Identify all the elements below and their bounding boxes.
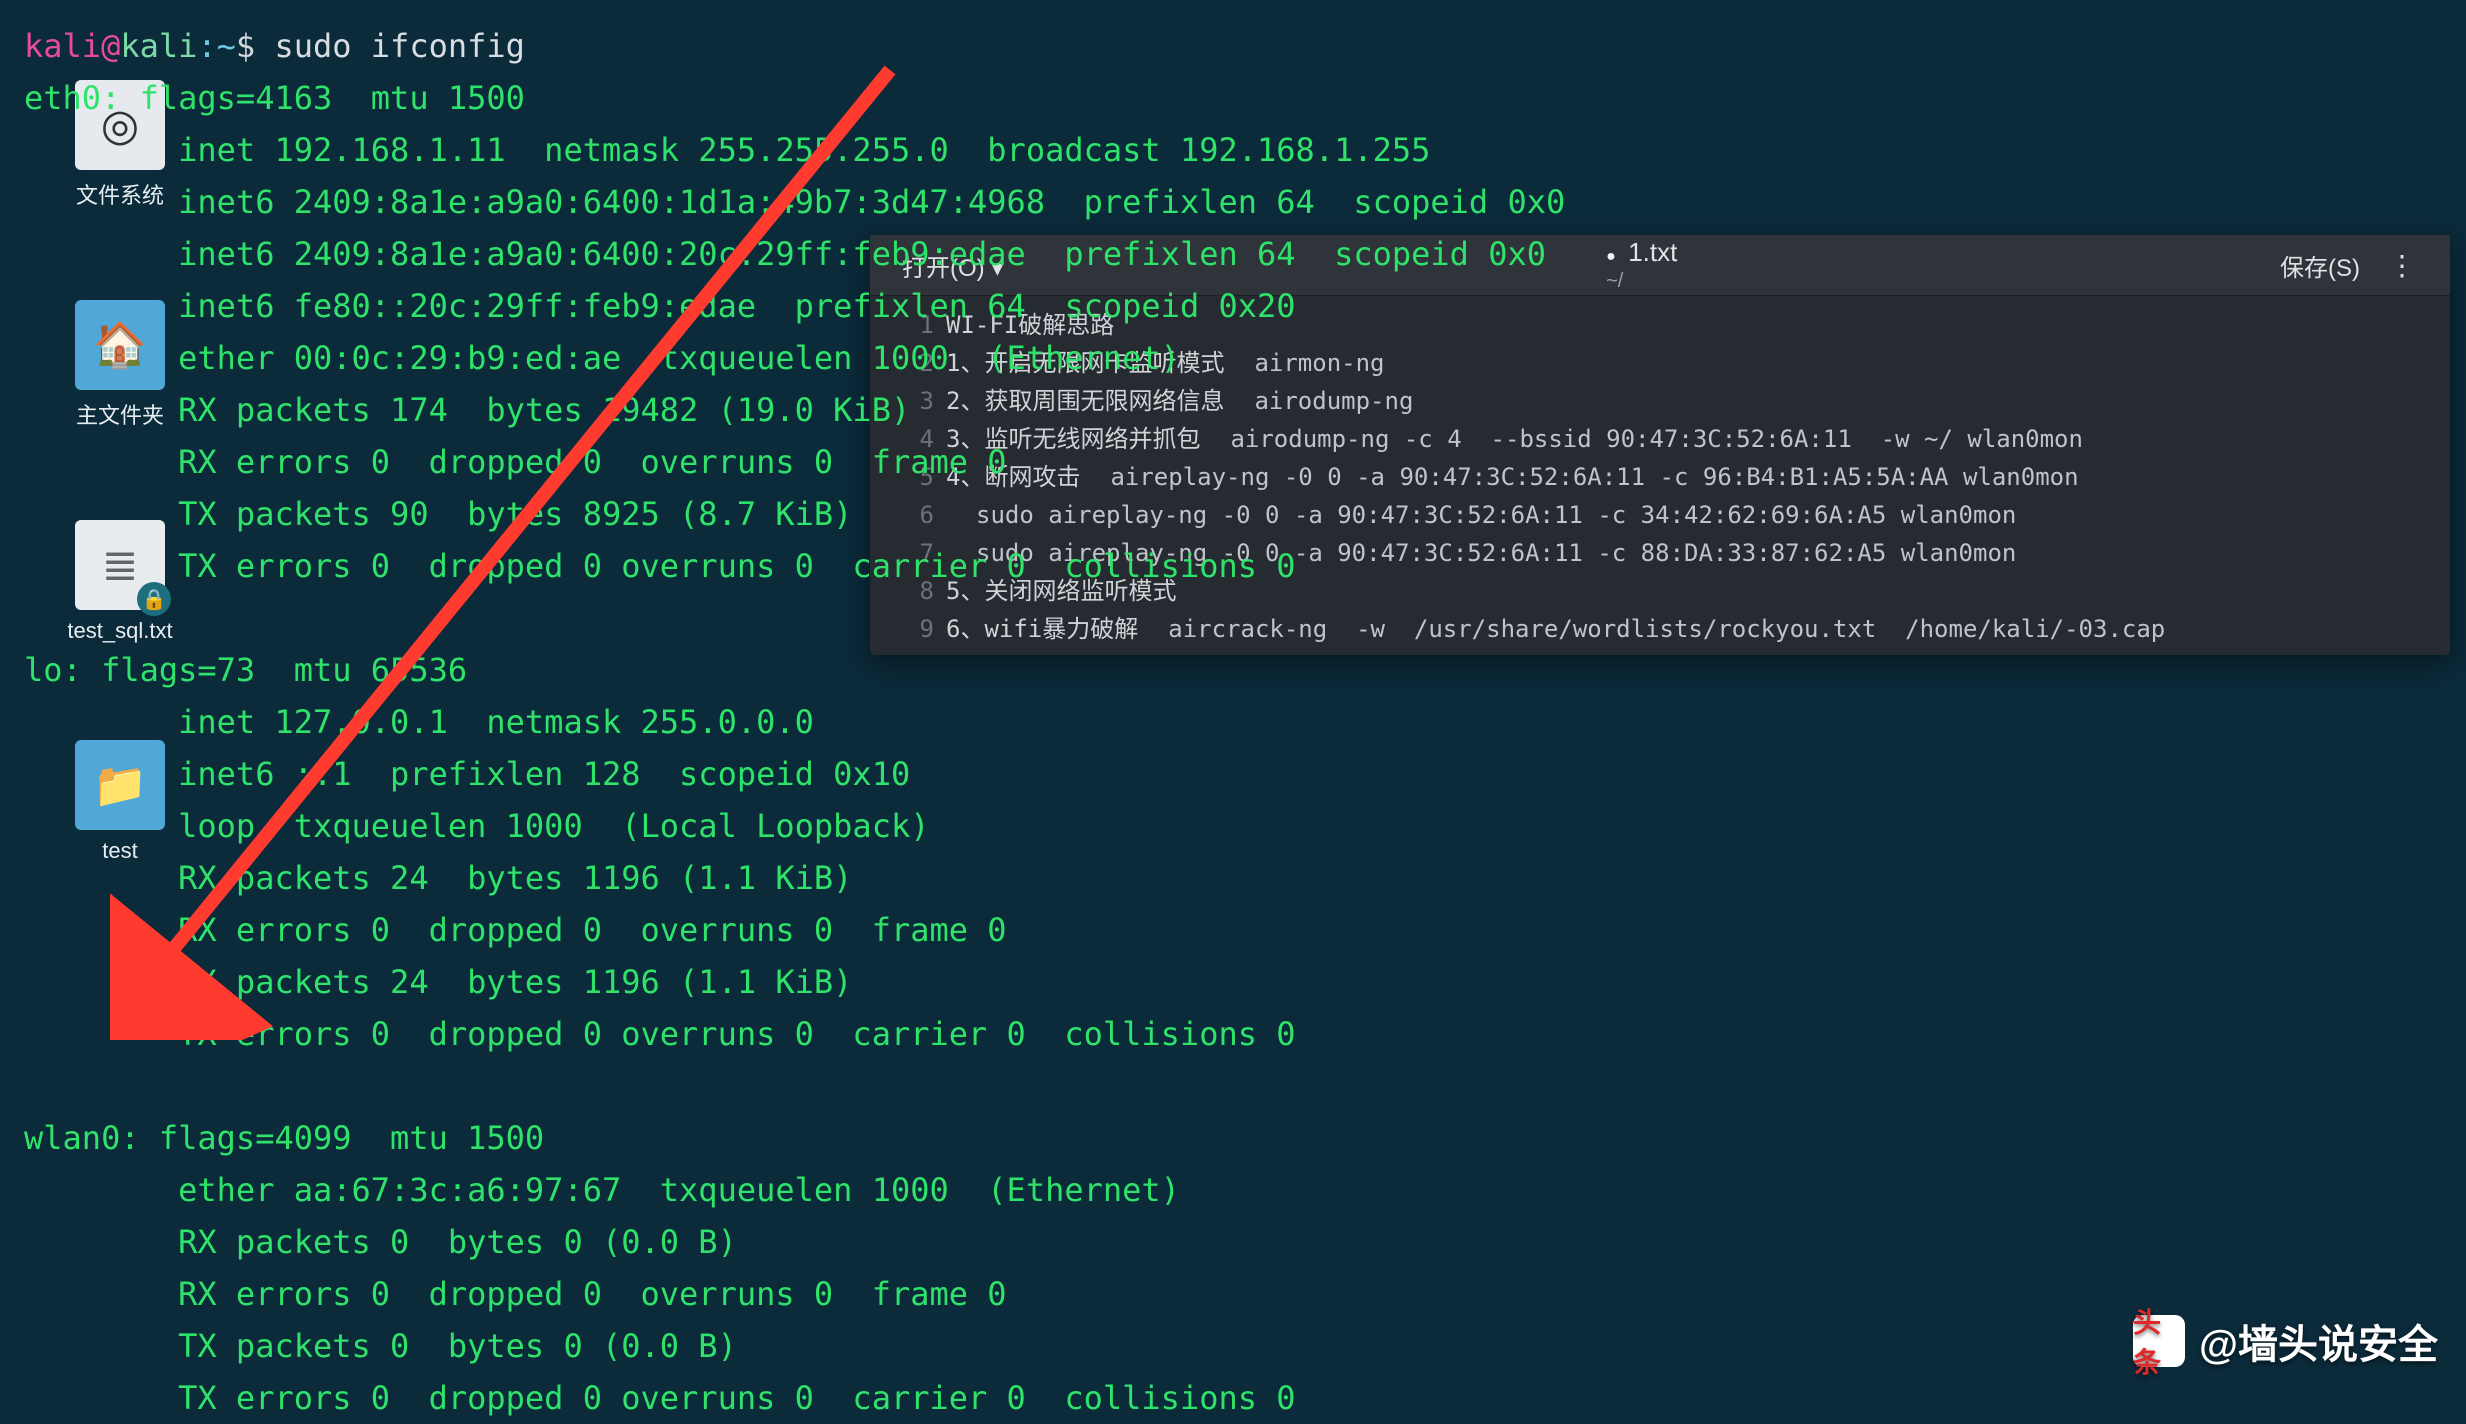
- desktop-icon-home[interactable]: 🏠 主文件夹: [40, 300, 200, 430]
- editor-line[interactable]: sudo aireplay-ng -0 0 -a 90:47:3C:52:6A:…: [946, 496, 2450, 534]
- iface-line: RX errors 0 dropped 0 overruns 0 frame 0: [178, 911, 1006, 949]
- editor-subtitle: ~/: [1606, 270, 1677, 293]
- modified-icon: ●: [1606, 248, 1616, 265]
- iface-line: ether 00:0c:29:b9:ed:ae txqueuelen 1000 …: [178, 339, 1180, 377]
- iface-line: inet6 fe80::20c:29ff:feb9:edae prefixlen…: [178, 287, 1295, 325]
- watermark-logo: 头条: [2133, 1315, 2185, 1367]
- terminal-command[interactable]: sudo ifconfig: [274, 27, 524, 65]
- iface-header: wlan0: flags=4099 mtu 1500: [24, 1119, 544, 1157]
- folder-icon: 📁: [75, 740, 165, 830]
- iface-header: eth0: flags=4163 mtu 1500: [24, 79, 525, 117]
- terminal-prompt: kali@kali:~$: [24, 27, 274, 65]
- icon-label: 文件系统: [40, 178, 200, 210]
- iface-line: inet6 ::1 prefixlen 128 scopeid 0x10: [178, 755, 910, 793]
- editor-line[interactable]: 2、获取周围无限网络信息airodump-ng: [946, 382, 2450, 420]
- desktop-icon-test[interactable]: 📁 test: [40, 740, 200, 864]
- iface-line: ether aa:67:3c:a6:97:67 txqueuelen 1000 …: [178, 1171, 1180, 1209]
- iface-line: RX packets 174 bytes 19482 (19.0 KiB): [178, 391, 910, 429]
- line-number: 9: [870, 610, 934, 648]
- iface-line: inet6 2409:8a1e:a9a0:6400:1d1a:49b7:3d47…: [178, 183, 1565, 221]
- home-icon: 🏠: [75, 300, 165, 390]
- iface-line: TX errors 0 dropped 0 overruns 0 carrier…: [178, 547, 1295, 585]
- editor-menu-button[interactable]: ⋮: [2374, 243, 2432, 288]
- iface-line: TX errors 0 dropped 0 overruns 0 carrier…: [178, 1015, 1295, 1053]
- line-number: 6: [870, 496, 934, 534]
- document-icon: ≣🔒: [75, 520, 165, 610]
- icon-label: test: [40, 838, 200, 864]
- watermark: 头条 @墙头说安全: [2133, 1312, 2438, 1370]
- editor-line[interactable]: 3、监听无线网络并抓包airodump-ng -c 4 --bssid 90:4…: [946, 420, 2450, 458]
- iface-line: RX packets 0 bytes 0 (0.0 B): [178, 1223, 737, 1261]
- desktop-icon-testsql[interactable]: ≣🔒 test_sql.txt: [40, 520, 200, 644]
- iface-line: TX errors 0 dropped 0 overruns 0 carrier…: [178, 1379, 1295, 1417]
- iface-line: TX packets 0 bytes 0 (0.0 B): [178, 1327, 737, 1365]
- editor-save-button[interactable]: 保存(S): [2266, 242, 2374, 289]
- icon-label: 主文件夹: [40, 398, 200, 430]
- terminal-output[interactable]: kali@kali:~$ sudo ifconfig eth0: flags=4…: [0, 0, 2466, 1392]
- iface-line: RX errors 0 dropped 0 overruns 0 frame 0: [178, 1275, 1006, 1313]
- iface-line: TX packets 24 bytes 1196 (1.1 KiB): [178, 963, 852, 1001]
- iface-line: loop txqueuelen 1000 (Local Loopback): [178, 807, 929, 845]
- icon-label: test_sql.txt: [40, 618, 200, 644]
- iface-line: inet 127.0.0.1 netmask 255.0.0.0: [178, 703, 814, 741]
- watermark-text: @墙头说安全: [2199, 1312, 2438, 1370]
- editor-line[interactable]: 4、断网攻击aireplay-ng -0 0 -a 90:47:3C:52:6A…: [946, 458, 2450, 496]
- iface-line: inet6 2409:8a1e:a9a0:6400:20c:29ff:feb9:…: [178, 235, 1546, 273]
- lock-icon: 🔒: [137, 582, 171, 616]
- iface-line: RX errors 0 dropped 0 overruns 0 frame 0: [178, 443, 1006, 481]
- editor-line[interactable]: 6、wifi暴力破解aircrack-ng -w /usr/share/word…: [946, 610, 2450, 648]
- iface-line: inet 192.168.1.11 netmask 255.255.255.0 …: [178, 131, 1430, 169]
- iface-line: RX packets 24 bytes 1196 (1.1 KiB): [178, 859, 852, 897]
- iface-line: TX packets 90 bytes 8925 (8.7 KiB): [178, 495, 852, 533]
- iface-header: lo: flags=73 mtu 65536: [24, 651, 467, 689]
- editor-title: ● 1.txt ~/: [1606, 237, 1677, 293]
